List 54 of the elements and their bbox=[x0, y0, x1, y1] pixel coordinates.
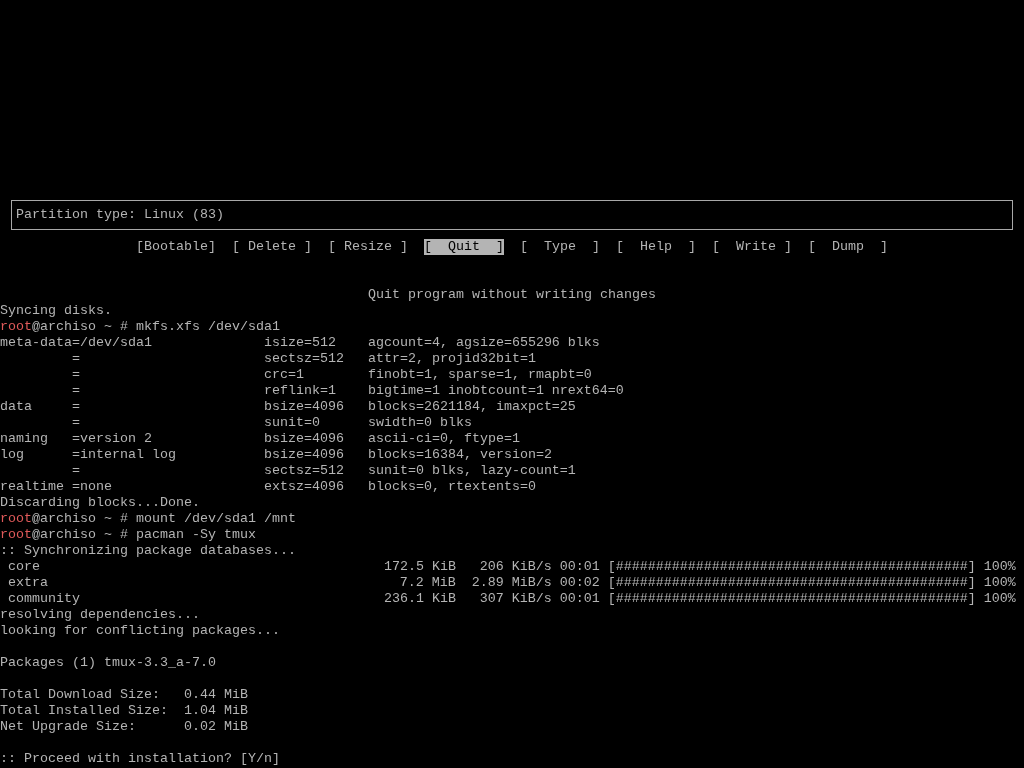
prompt-user: root bbox=[0, 511, 32, 526]
terminal-line: log =internal log bsize=4096 blocks=16384, version=2 bbox=[0, 447, 553, 463]
prompt-command: @archiso ~ # mkfs.xfs /dev/sda1 bbox=[32, 319, 280, 334]
terminal-line: = sectsz=512 sunit=0 blks, lazy-count=1 bbox=[70, 463, 577, 479]
prompt-user: root bbox=[0, 319, 32, 334]
terminal-line: naming =version 2 bsize=4096 ascii-ci=0, ftype=1 bbox=[0, 431, 521, 447]
menu-option[interactable]: [ Dump ] bbox=[807, 239, 888, 255]
elapsed-time: 00:01 bbox=[559, 591, 600, 607]
hash-marks-text: [############################################] bbox=[607, 559, 976, 575]
terminal-line: Total Download Size: 0.44 MiB bbox=[0, 687, 249, 703]
terminal-line: Net Upgrade Size: 0.02 MiB bbox=[0, 719, 249, 735]
download-size: 172.5 KiB bbox=[383, 559, 456, 575]
terminal-line: = sectsz=512 attr=2, projid32bit=1 bbox=[70, 351, 537, 367]
transfer-rate: 307 KiB/s bbox=[478, 591, 552, 607]
partition-type-text: Partition type: Linux (83) bbox=[16, 207, 224, 223]
terminal-line: Packages (1) tmux-3.3_a-7.0 bbox=[0, 655, 217, 671]
menu-option[interactable]: [ Resize ] bbox=[328, 239, 408, 255]
terminal-line: Syncing disks. bbox=[0, 303, 113, 319]
transfer-rate: 206 KiB/s bbox=[478, 559, 552, 575]
terminal-line: Discarding blocks...Done. bbox=[0, 495, 201, 511]
menu-option[interactable]: [ Help ] bbox=[616, 239, 696, 255]
repository-name: community bbox=[7, 591, 81, 607]
terminal-line: looking for conflicting packages... bbox=[0, 623, 281, 639]
menu-option[interactable]: [ Type ] bbox=[520, 239, 600, 255]
transfer-rate: 2.89 MiB/s bbox=[470, 575, 552, 591]
repository-name: extra bbox=[7, 575, 49, 591]
terminal-line: Total Installed Size: 1.04 MiB bbox=[0, 703, 249, 719]
prompt-command: @archiso ~ # pacman -Sy tmux bbox=[32, 527, 256, 542]
percent-label: 100% bbox=[983, 591, 1016, 607]
elapsed-time: 00:01 bbox=[559, 559, 600, 575]
prompt-command: @archiso ~ # mount /dev/sda1 /mnt bbox=[32, 511, 296, 526]
elapsed-time: 00:02 bbox=[559, 575, 600, 591]
menu-option[interactable]: [ Quit ] bbox=[424, 239, 504, 255]
terminal-line: = crc=1 finobt=1, sparse=1, rmapbt=0 bbox=[70, 367, 593, 383]
terminal-line: = sunit=0 swidth=0 blks bbox=[70, 415, 473, 431]
hash-marks-text: [############################################] bbox=[607, 591, 976, 607]
terminal-line: meta-data=/dev/sda1 isize=512 agcount=4, agsize=655296 blks bbox=[0, 335, 601, 351]
repository-name: core bbox=[7, 559, 41, 575]
terminal-line: = reflink=1 bigtime=1 inobtcount=1 nrext64=0 bbox=[70, 383, 625, 399]
menu-option[interactable]: [ Delete ] bbox=[232, 239, 313, 255]
terminal-line: realtime =none extsz=4096 blocks=0, rtextents=0 bbox=[0, 479, 537, 495]
prompt-user: root bbox=[0, 527, 32, 542]
download-size: 236.1 KiB bbox=[383, 591, 456, 607]
menu-hint-text: Quit program without writing changes bbox=[368, 287, 656, 303]
terminal-line: resolving dependencies... bbox=[0, 607, 201, 623]
terminal-line: :: Synchronizing package databases... bbox=[0, 543, 297, 559]
menu-option[interactable]: [ Write ] bbox=[711, 239, 792, 255]
percent-label: 100% bbox=[983, 559, 1016, 575]
download-size: 7.2 MiB bbox=[398, 575, 456, 591]
menu-option[interactable]: [Bootable] bbox=[136, 239, 217, 255]
terminal-line: data = bsize=4096 blocks=2621184, imaxpct=25 bbox=[0, 399, 577, 415]
percent-label: 100% bbox=[983, 575, 1016, 591]
terminal-line: :: Proceed with installation? [Y/n] bbox=[0, 751, 281, 767]
hash-marks-text: [############################################] bbox=[607, 575, 976, 591]
